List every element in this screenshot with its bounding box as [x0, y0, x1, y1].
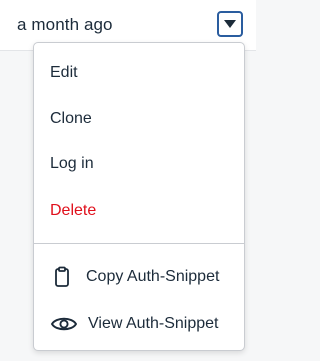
menu-divider	[34, 243, 244, 244]
menu-item-label: View Auth-Snippet	[88, 315, 219, 332]
menu-item-label: Delete	[50, 202, 97, 219]
menu-item-label: Log in	[50, 155, 94, 172]
menu-item-edit[interactable]: Edit	[34, 51, 244, 95]
menu-item-log-in[interactable]: Log in	[34, 142, 244, 186]
menu-item-label: Clone	[50, 110, 92, 127]
menu-item-view-auth-snippet[interactable]: View Auth-Snippet	[34, 302, 244, 346]
menu-item-clone[interactable]: Clone	[34, 97, 244, 141]
actions-menu: Edit Clone Log in Delete Copy Auth-Snipp…	[33, 42, 245, 351]
timestamp-label: a month ago	[17, 15, 113, 34]
actions-dropdown-toggle[interactable]	[217, 11, 243, 37]
clipboard-icon	[50, 265, 74, 289]
menu-item-copy-auth-snippet[interactable]: Copy Auth-Snippet	[34, 255, 244, 299]
caret-down-icon	[224, 20, 236, 28]
menu-item-delete[interactable]: Delete	[34, 189, 244, 233]
eye-icon	[50, 312, 78, 336]
menu-item-label: Edit	[50, 64, 78, 81]
menu-item-label: Copy Auth-Snippet	[86, 268, 220, 285]
